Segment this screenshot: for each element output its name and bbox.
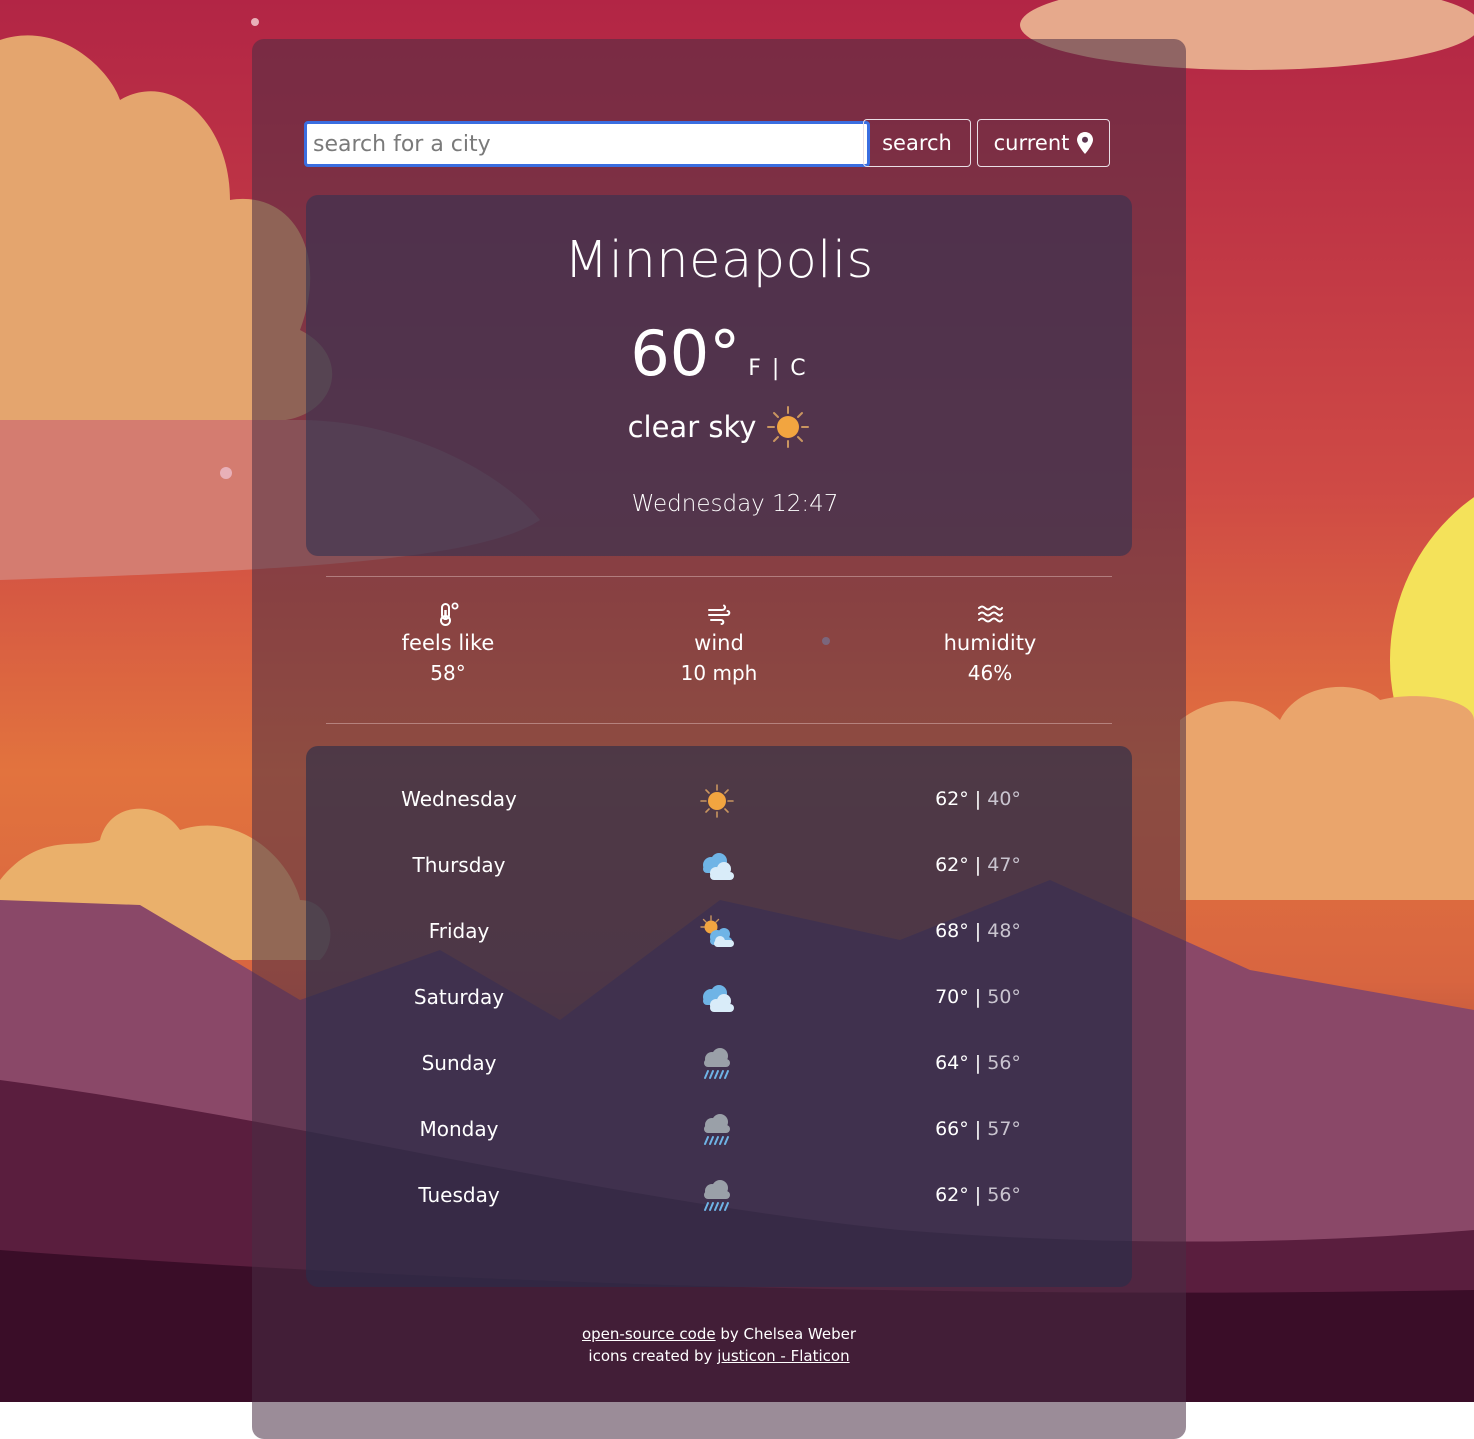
stat-humidity: humidity 46% [880, 599, 1100, 685]
forecast-separator: | [968, 986, 988, 1008]
weather-panel: search current Minneapolis 60° F | C clea… [252, 39, 1186, 1439]
clouds-icon [703, 853, 734, 880]
forecast-temps: 68° | 48° [878, 920, 1078, 942]
forecast-separator: | [968, 1118, 988, 1140]
forecast-day: Tuesday [418, 1183, 500, 1207]
forecast-high: 62° [935, 854, 969, 876]
forecast-day: Monday [419, 1117, 499, 1141]
forecast-low: 50° [987, 986, 1021, 1008]
search-button[interactable]: search [863, 119, 971, 167]
forecast-low: 56° [987, 1184, 1021, 1206]
stat-value: 58° [430, 661, 466, 685]
forecast-day: Friday [428, 919, 490, 943]
forecast-card: Wednesday 62° | 40° Thursday 62° | 47° F… [306, 746, 1132, 1287]
current-weather-card: Minneapolis 60° F | C clear sky Wednesday… [306, 195, 1132, 556]
forecast-separator: | [968, 920, 988, 942]
city-name: Minneapolis [564, 231, 874, 290]
forecast-temps: 62° | 56° [878, 1184, 1078, 1206]
forecast-high: 68° [935, 920, 969, 942]
stat-label: wind [694, 631, 744, 655]
forecast-high: 64° [935, 1052, 969, 1074]
condition-row: clear sky [306, 405, 1132, 449]
humidity-icon [978, 605, 1003, 623]
forecast-separator: | [968, 788, 988, 810]
forecast-temps: 62° | 47° [878, 854, 1078, 876]
weather-stats: feels like 58° wind 10 mph humidity 46% [326, 599, 1112, 709]
forecast-row: Sunday 64° | 56° [306, 1045, 1132, 1085]
partly-cloudy-icon [700, 915, 734, 947]
stat-feels-like: feels like 58° [338, 599, 558, 685]
forecast-day: Thursday [412, 853, 506, 877]
forecast-low: 47° [987, 854, 1021, 876]
forecast-temps: 62° | 40° [878, 788, 1078, 810]
thermometer-icon [440, 602, 459, 626]
stat-value: 46% [967, 661, 1013, 685]
forecast-low: 48° [987, 920, 1021, 942]
footer-line-2: icons created by justicon - Flaticon [252, 1345, 1186, 1367]
forecast-high: 70° [935, 986, 969, 1008]
wind-icon [708, 604, 731, 625]
forecast-separator: | [968, 854, 988, 876]
condition-text: clear sky [627, 410, 757, 444]
flaticon-link[interactable]: justicon - Flaticon [717, 1347, 849, 1365]
forecast-row: Friday 68° | 48° [306, 913, 1132, 953]
forecast-day: Sunday [421, 1051, 497, 1075]
forecast-row: Wednesday 62° | 40° [306, 781, 1132, 821]
current-temperature: 60° [630, 317, 741, 390]
stat-label: humidity [943, 631, 1037, 655]
forecast-row: Tuesday 62° | 56° [306, 1177, 1132, 1217]
stat-value: 10 mph [680, 661, 758, 685]
forecast-low: 40° [987, 788, 1021, 810]
search-input[interactable] [304, 121, 870, 167]
footer-line-1: open-source code by Chelsea Weber [252, 1323, 1186, 1345]
forecast-day: Wednesday [401, 787, 517, 811]
forecast-temps: 70° | 50° [878, 986, 1078, 1008]
forecast-high: 62° [935, 1184, 969, 1206]
author-text: by Chelsea Weber [715, 1325, 857, 1343]
rain-icon [704, 1048, 730, 1079]
forecast-row: Monday 66° | 57° [306, 1111, 1132, 1151]
forecast-row: Thursday 62° | 47° [306, 847, 1132, 887]
sun-icon [767, 406, 810, 448]
temperature-row: 60° F | C [306, 317, 1132, 390]
unit-toggle[interactable]: F | C [748, 356, 807, 381]
source-code-link[interactable]: open-source code [582, 1325, 716, 1343]
current-location-button[interactable]: current [977, 119, 1110, 167]
sun-icon [700, 784, 734, 818]
forecast-high: 66° [935, 1118, 969, 1140]
stat-wind: wind 10 mph [609, 599, 829, 685]
footer: open-source code by Chelsea Weber icons … [252, 1323, 1186, 1367]
current-datetime: Wednesday 12:47 [631, 491, 839, 517]
search-button-label: search [882, 131, 952, 155]
divider-bottom [326, 723, 1112, 724]
clouds-icon [703, 985, 734, 1012]
rain-icon [704, 1180, 730, 1211]
divider-top [326, 576, 1112, 577]
forecast-day: Saturday [413, 985, 505, 1009]
rain-icon [704, 1114, 730, 1145]
forecast-temps: 64° | 56° [878, 1052, 1078, 1074]
forecast-low: 57° [987, 1118, 1021, 1140]
forecast-separator: | [968, 1184, 988, 1206]
map-pin-icon [1077, 132, 1094, 154]
forecast-separator: | [968, 1052, 988, 1074]
forecast-row: Saturday 70° | 50° [306, 979, 1132, 1019]
icons-credit-text: icons created by [588, 1347, 718, 1365]
forecast-low: 56° [987, 1052, 1021, 1074]
forecast-temps: 66° | 57° [878, 1118, 1078, 1140]
stat-label: feels like [401, 631, 495, 655]
current-button-label: current [993, 131, 1070, 155]
forecast-high: 62° [935, 788, 969, 810]
